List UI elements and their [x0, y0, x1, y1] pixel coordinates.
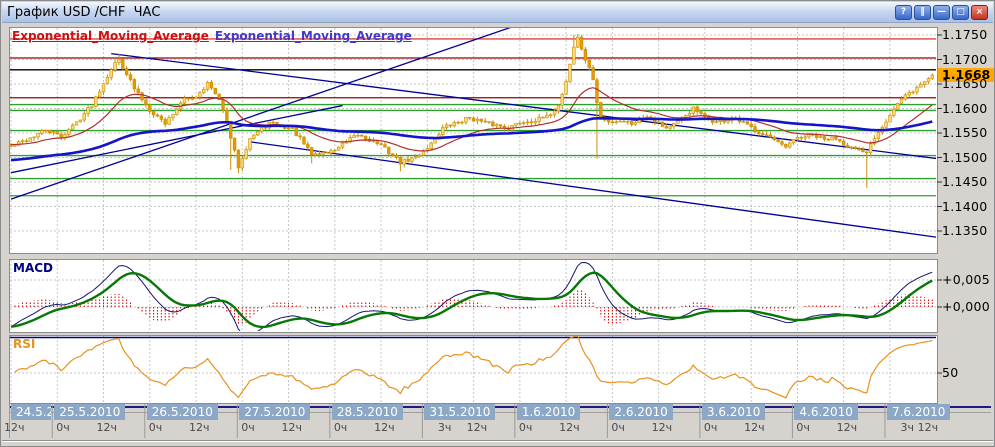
window-title: График USD /CHF ЧАС — [7, 5, 160, 20]
window-minimize-button[interactable]: — — [933, 5, 950, 20]
bottom-strip — [2, 440, 993, 447]
window-pause-button[interactable]: ‖ — [914, 5, 931, 20]
window-close-button[interactable]: × — [971, 5, 988, 20]
chart-window: Exponential_Moving_Average Exponential_M… — [0, 0, 995, 447]
window-controls: ?‖—□× — [895, 5, 988, 20]
window-help-button[interactable]: ? — [895, 5, 912, 20]
window-titlebar[interactable]: График USD /CHF ЧАС ?‖—□× — [2, 2, 993, 23]
window-maximize-button[interactable]: □ — [952, 5, 969, 20]
chart-canvas[interactable] — [1, 1, 995, 447]
